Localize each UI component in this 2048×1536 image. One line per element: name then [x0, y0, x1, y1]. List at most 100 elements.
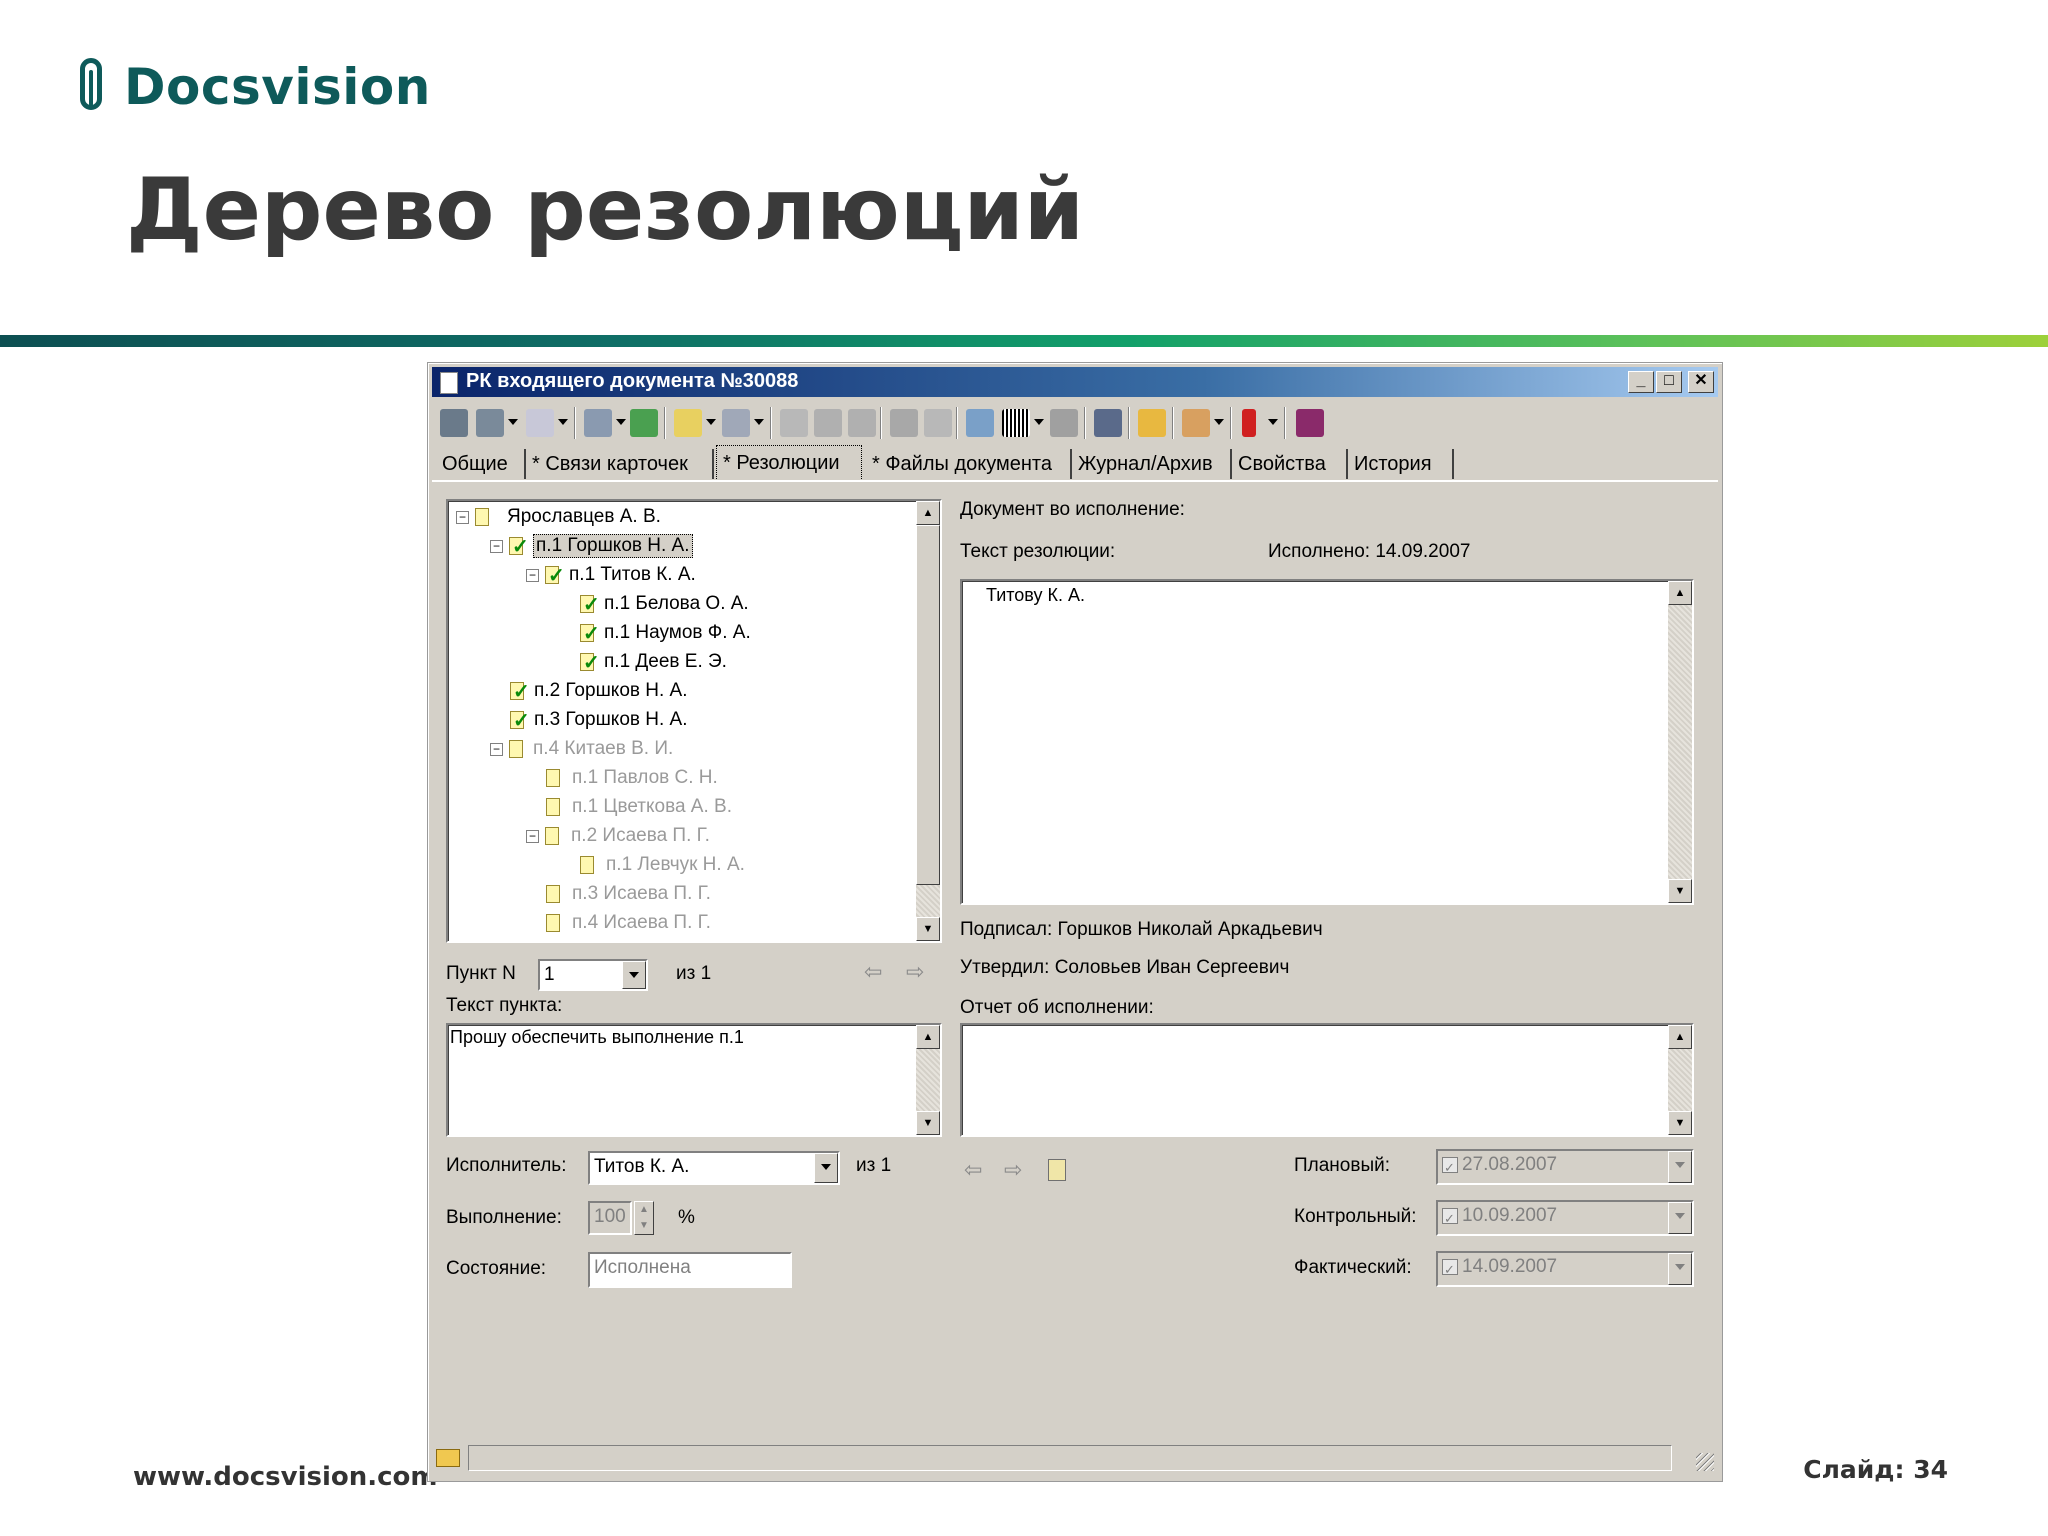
execution-field[interactable]: 100: [588, 1201, 632, 1235]
scroll-thumb[interactable]: [916, 525, 940, 885]
maximize-button[interactable]: □: [1656, 371, 1682, 393]
collapse-icon[interactable]: −: [526, 829, 539, 843]
scroll-up-icon[interactable]: ▲: [1668, 581, 1692, 605]
chevron-down-icon[interactable]: [558, 419, 568, 425]
paste-icon[interactable]: [924, 409, 952, 437]
chevron-down-icon[interactable]: [754, 419, 764, 425]
undo-icon[interactable]: [814, 409, 842, 437]
tab-history[interactable]: История: [1348, 449, 1454, 479]
tree-scrollbar[interactable]: ▲ ▼: [916, 501, 940, 941]
punkt-text-scrollbar[interactable]: ▲ ▼: [916, 1025, 940, 1135]
prev-arrow-icon[interactable]: ⇦: [964, 1157, 982, 1183]
flag-icon[interactable]: [1242, 409, 1256, 437]
tree-node[interactable]: − п.2 Исаева П. Г.: [526, 822, 710, 850]
chevron-down-icon[interactable]: [706, 419, 716, 425]
scan-icon[interactable]: [1094, 409, 1122, 437]
folder-up-icon[interactable]: [1138, 409, 1166, 437]
resolution-tree[interactable]: − Ярославцев А. В. − ✓ п.1 Горшков Н. А. − ✓…: [446, 499, 942, 943]
punkt-select[interactable]: 1: [538, 959, 648, 991]
tab-card-links[interactable]: * Связи карточек: [526, 449, 714, 479]
spinner-icon[interactable]: ▲ ▼: [634, 1201, 654, 1235]
chevron-down-icon[interactable]: [1668, 1253, 1692, 1285]
state-field[interactable]: Исполнена: [588, 1252, 792, 1288]
punkt-text-area[interactable]: Прошу обеспечить выполнение п.1 ▲ ▼: [446, 1023, 942, 1137]
chevron-down-icon[interactable]: [1034, 419, 1044, 425]
stamp-icon[interactable]: [966, 409, 994, 437]
close-button[interactable]: ✕: [1688, 371, 1714, 393]
edit-icon[interactable]: [890, 409, 918, 437]
collapse-icon[interactable]: −: [456, 510, 469, 524]
tab-journal-archive[interactable]: Журнал/Архив: [1072, 449, 1232, 479]
chevron-down-icon[interactable]: [1268, 419, 1278, 425]
resolution-text-area[interactable]: Титову К. А. ▲ ▼: [960, 579, 1694, 905]
tree-node[interactable]: − ✓ п.1 Титов К. А.: [526, 561, 696, 589]
checkbox-icon[interactable]: [1442, 1154, 1458, 1182]
tree-node[interactable]: ✓ п.3 Горшков Н. А.: [510, 706, 688, 734]
tree-node[interactable]: ✓ п.1 Деев Е. Э.: [580, 648, 727, 676]
next-arrow-icon[interactable]: ⇨: [906, 959, 924, 985]
tree-node[interactable]: п.1 Цветкова А. В.: [546, 793, 732, 821]
minimize-button[interactable]: _: [1628, 371, 1654, 393]
scroll-down-icon[interactable]: ▼: [916, 1111, 940, 1135]
tree-node[interactable]: − п.4 Китаев В. И.: [490, 735, 673, 763]
scroll-down-icon[interactable]: ▼: [916, 917, 940, 941]
tab-general[interactable]: Общие: [436, 449, 526, 479]
save-icon[interactable]: [440, 409, 468, 437]
resolution-text-scrollbar[interactable]: ▲ ▼: [1668, 581, 1692, 903]
collapse-icon[interactable]: −: [526, 568, 539, 582]
collapse-icon[interactable]: −: [490, 742, 503, 756]
tree-node[interactable]: ✓ п.1 Белова О. А.: [580, 590, 749, 618]
users-icon[interactable]: [1182, 409, 1210, 437]
prev-arrow-icon[interactable]: ⇦: [864, 959, 882, 985]
report-edit-icon[interactable]: [1048, 1159, 1066, 1181]
resize-grip-icon[interactable]: [1696, 1453, 1714, 1471]
chevron-down-icon[interactable]: [508, 419, 518, 425]
redo-icon[interactable]: [848, 409, 876, 437]
collapse-icon[interactable]: −: [490, 539, 503, 553]
tab-properties[interactable]: Свойства: [1232, 449, 1348, 479]
print-icon[interactable]: [1050, 409, 1078, 437]
toolbar-separator: [1172, 407, 1174, 439]
tree-node[interactable]: ✓ п.2 Горшков Н. А.: [510, 677, 688, 705]
tree-node[interactable]: − ✓ п.1 Горшков Н. А.: [490, 532, 693, 560]
tree-node[interactable]: п.1 Павлов С. Н.: [546, 764, 718, 792]
report-scrollbar[interactable]: ▲ ▼: [1668, 1025, 1692, 1135]
email-icon[interactable]: [526, 409, 554, 437]
tree-node[interactable]: п.4 Исаева П. Г.: [546, 909, 711, 937]
control-date-field[interactable]: 10.09.2007: [1436, 1200, 1694, 1236]
forward-icon[interactable]: [630, 409, 658, 437]
tab-document-files[interactable]: * Файлы документа: [866, 449, 1072, 479]
actual-date-field[interactable]: 14.09.2007: [1436, 1251, 1694, 1287]
approve-icon[interactable]: [722, 409, 750, 437]
save-as-icon[interactable]: [476, 409, 504, 437]
chevron-down-icon[interactable]: [1214, 419, 1224, 425]
chevron-down-icon[interactable]: [622, 961, 646, 989]
tree-node[interactable]: п.3 Исаева П. Г.: [546, 880, 711, 908]
scroll-down-icon[interactable]: ▼: [1668, 1111, 1692, 1135]
scroll-up-icon[interactable]: ▲: [916, 501, 940, 525]
title-bar[interactable]: РК входящего документа №30088 _ □ ✕: [432, 367, 1718, 397]
tree-node[interactable]: п.1 Левчук Н. А.: [580, 851, 745, 879]
checkbox-icon[interactable]: [1442, 1256, 1458, 1284]
folder-icon[interactable]: [436, 1449, 460, 1467]
chevron-down-icon[interactable]: [1668, 1151, 1692, 1183]
sign-icon[interactable]: [780, 409, 808, 437]
next-arrow-icon[interactable]: ⇨: [1004, 1157, 1022, 1183]
scroll-down-icon[interactable]: ▼: [1668, 879, 1692, 903]
book-icon[interactable]: [1296, 409, 1324, 437]
chevron-down-icon[interactable]: [814, 1153, 838, 1183]
print-preview-icon[interactable]: [584, 409, 612, 437]
chevron-down-icon[interactable]: [616, 419, 626, 425]
tab-resolutions[interactable]: * Резолюции: [716, 445, 862, 481]
tree-node[interactable]: ✓ п.1 Наумов Ф. А.: [580, 619, 751, 647]
scroll-up-icon[interactable]: ▲: [1668, 1025, 1692, 1049]
executor-select[interactable]: Титов К. А.: [588, 1151, 840, 1185]
report-text-area[interactable]: ▲ ▼: [960, 1023, 1694, 1137]
checkbox-icon[interactable]: [1442, 1205, 1458, 1233]
barcode-icon[interactable]: [1002, 409, 1030, 437]
planned-date-field[interactable]: 27.08.2007: [1436, 1149, 1694, 1185]
chevron-down-icon[interactable]: [1668, 1202, 1692, 1234]
scroll-up-icon[interactable]: ▲: [916, 1025, 940, 1049]
tree-node[interactable]: − Ярославцев А. В.: [456, 503, 661, 531]
copy-icon[interactable]: [674, 409, 702, 437]
